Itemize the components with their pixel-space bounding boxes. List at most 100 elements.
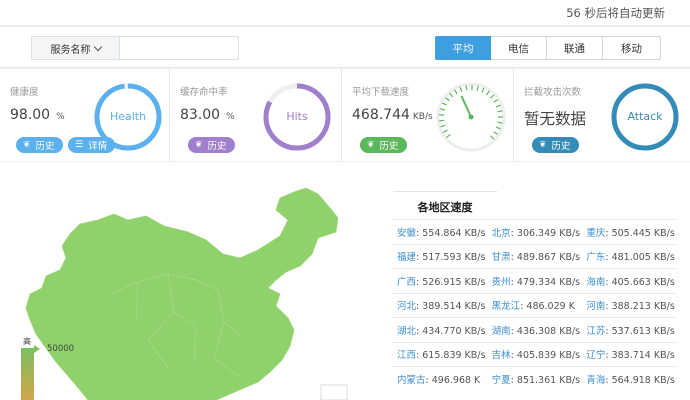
- region-name[interactable]: 河南: [586, 301, 605, 312]
- tab-average[interactable]: 平均: [435, 36, 491, 60]
- cache-value-number: 83.00: [180, 107, 221, 123]
- chevron-down-icon: [93, 42, 102, 51]
- region-name[interactable]: 贵州: [492, 277, 511, 288]
- leaf-icon: ❦: [367, 140, 375, 150]
- gauge-tick: [446, 133, 451, 139]
- legend-gradient[interactable]: [21, 348, 34, 400]
- attack-history-label: 历史: [551, 141, 571, 152]
- leaf-icon: ❦: [195, 140, 203, 150]
- gauge-tick: [465, 85, 468, 91]
- top-bar: 56 秒后将自动更新: [0, 0, 690, 26]
- health-details-button[interactable]: ☰ 详情: [68, 137, 116, 153]
- region-speed: 405.663 KB/s: [611, 276, 675, 288]
- speed-value-number: 468.744: [352, 107, 410, 123]
- region-speed: 389.514 KB/s: [422, 301, 486, 313]
- region-name[interactable]: 湖北: [397, 326, 416, 337]
- region-name[interactable]: 江苏: [586, 326, 605, 337]
- region-speed: 537.613 KB/s: [611, 325, 675, 337]
- region-name[interactable]: 重庆: [586, 228, 605, 239]
- metric-cards: 健康度 98.00% Health ❦ 历史 ☰ 详情 缓存命中率 83.00% H…: [0, 69, 690, 161]
- table-row: 福建: 517.593 KB/s 甘肃: 489.867 KB/s 广东: 481.…: [393, 243, 677, 269]
- region-speed: 405.839 KB/s: [516, 350, 581, 362]
- tab-telecom[interactable]: 电信: [491, 36, 547, 60]
- tab-mobile[interactable]: 移动: [603, 36, 661, 60]
- region-speed: 554.864 KB/s: [422, 227, 486, 239]
- isp-tabs: 平均 电信 联通 移动: [435, 36, 661, 60]
- legend-handle-icon[interactable]: [34, 345, 40, 353]
- region-cell: 重庆: 505.445 KB/s: [582, 219, 677, 244]
- service-search-input[interactable]: [121, 37, 238, 59]
- service-name-dropdown[interactable]: 服务名称: [32, 37, 120, 59]
- region-cell: 广西: 526.915 KB/s: [393, 268, 488, 293]
- table-row: 广西: 526.915 KB/s 贵州: 479.334 KB/s 海南: 405.…: [393, 268, 677, 293]
- region-name[interactable]: 北京: [492, 228, 511, 239]
- region-cell: 辽宁: 383.714 KB/s: [582, 341, 677, 367]
- attack-value: 暂无数据: [524, 110, 587, 128]
- region-name[interactable]: 宁夏: [492, 375, 511, 386]
- region-speed: 496.968 K: [431, 375, 481, 386]
- region-name[interactable]: 吉林: [492, 350, 511, 361]
- speed-history-label: 历史: [379, 141, 399, 152]
- table-row: 湖北: 434.770 KB/s 湖南: 436.308 KB/s 江苏: 537.…: [393, 317, 677, 342]
- gauge-tick: [497, 121, 503, 124]
- gauge-tick: [441, 102, 447, 106]
- region-cell: 青海: 564.918 KB/s: [582, 366, 677, 391]
- health-value-number: 98.00: [10, 107, 51, 123]
- region-name[interactable]: 青海: [586, 375, 605, 386]
- region-name[interactable]: 内蒙古: [397, 375, 426, 386]
- gauge-tick: [439, 108, 446, 111]
- region-name[interactable]: 湖南: [492, 326, 511, 337]
- region-speed: 615.839 KB/s: [422, 350, 486, 362]
- cache-unit: %: [226, 112, 235, 122]
- region-cell: 海南: 405.663 KB/s: [582, 268, 677, 293]
- list-icon: ☰: [75, 140, 84, 150]
- region-cell: 内蒙古: 496.968 K: [393, 366, 488, 391]
- gauge-tick: [459, 86, 463, 92]
- legend-max-value: 50000: [47, 344, 75, 354]
- gauge-tick: [497, 110, 503, 113]
- attack-card: 拦截攻击次数 暂无数据 Attack ❦ 历史: [514, 69, 690, 161]
- attack-history-button[interactable]: ❦ 历史: [532, 137, 579, 153]
- region-name[interactable]: 黑龙江: [492, 301, 521, 312]
- region-speed: 436.308 KB/s: [516, 325, 581, 337]
- attack-ring-label: Attack: [627, 110, 663, 123]
- region-speed: 479.334 KB/s: [516, 276, 581, 288]
- region-name[interactable]: 海南: [586, 277, 605, 288]
- speed-history-button[interactable]: ❦ 历史: [360, 137, 407, 153]
- tab-unicom[interactable]: 联通: [547, 36, 603, 60]
- region-name[interactable]: 河北: [397, 301, 416, 312]
- region-speed: 505.445 KB/s: [611, 227, 675, 239]
- gauge-tick: [495, 126, 501, 130]
- region-cell: 湖北: 434.770 KB/s: [393, 317, 488, 342]
- region-name[interactable]: 福建: [397, 252, 416, 263]
- gauge-tick: [439, 119, 445, 122]
- health-title: 健康度: [10, 87, 39, 98]
- region-speed: 388.213 KB/s: [611, 301, 675, 313]
- region-speed: 486.029 K: [526, 301, 575, 313]
- region-cell: 吉林: 405.839 KB/s: [487, 341, 583, 367]
- region-name[interactable]: 辽宁: [586, 350, 605, 361]
- region-name[interactable]: 广西: [397, 277, 416, 288]
- region-name[interactable]: 安徽: [397, 228, 416, 239]
- gauge-tick: [440, 124, 446, 128]
- region-name[interactable]: 广东: [586, 252, 605, 263]
- map-mainland[interactable]: [25, 187, 339, 400]
- region-cell: 北京: 306.349 KB/s: [487, 219, 583, 244]
- table-row: 安徽: 554.864 KB/s 北京: 306.349 KB/s 重庆: 505.…: [393, 219, 677, 244]
- region-title-divider: [393, 191, 497, 192]
- region-speed-table: 安徽: 554.864 KB/s 北京: 306.349 KB/s 重庆: 505.…: [393, 219, 677, 391]
- gauge-tick: [445, 97, 450, 102]
- region-name[interactable]: 甘肃: [492, 252, 511, 263]
- speed-value: 468.744 KB/s: [352, 107, 433, 123]
- cache-history-button[interactable]: ❦ 历史: [188, 137, 235, 153]
- table-row: 河北: 389.514 KB/s 黑龙江: 486.029 K 河南: 388.21…: [393, 292, 677, 318]
- gauge-tick: [490, 135, 495, 140]
- region-cell: 广东: 481.005 KB/s: [582, 243, 677, 269]
- gauge-tick: [476, 85, 479, 91]
- cache-title: 缓存命中率: [180, 87, 228, 98]
- gauge-tick: [481, 87, 485, 93]
- speed-unit: KB/s: [412, 112, 433, 122]
- health-history-button[interactable]: ❦ 历史: [16, 137, 63, 153]
- china-map[interactable]: [18, 162, 358, 400]
- region-name[interactable]: 江西: [397, 350, 416, 361]
